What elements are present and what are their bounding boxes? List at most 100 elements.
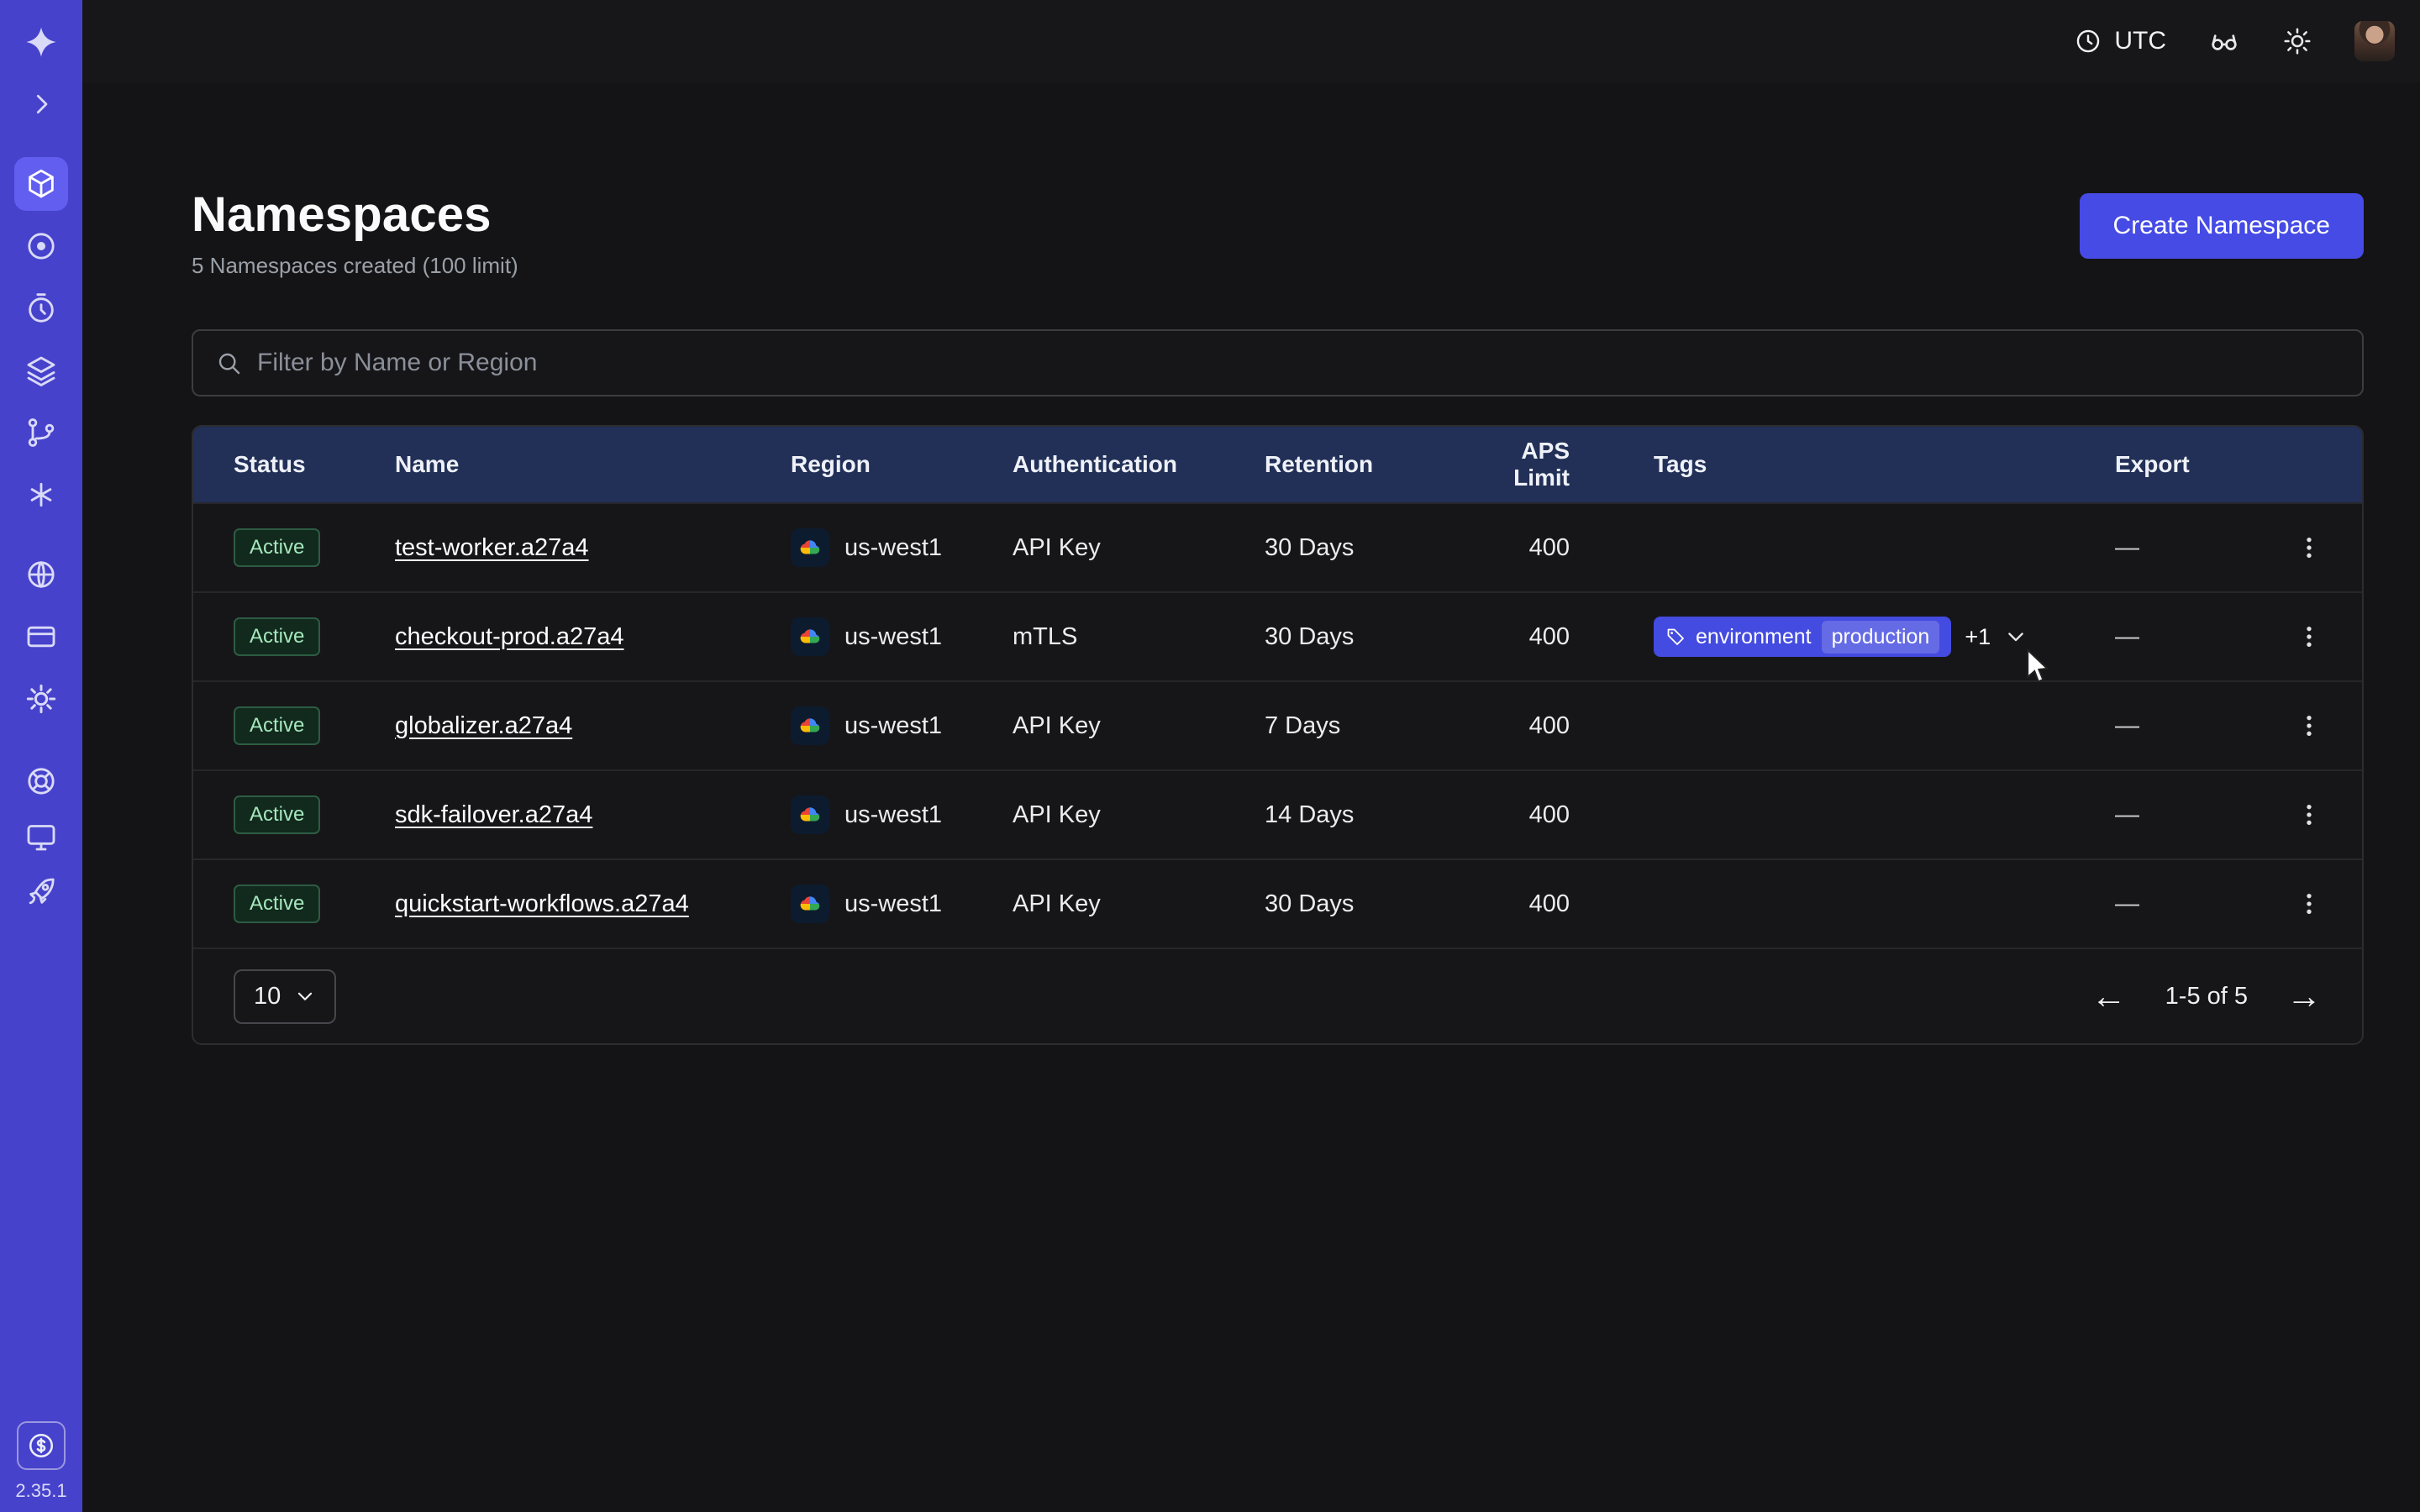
tag-value: production bbox=[1822, 621, 1940, 654]
export-value: — bbox=[2115, 801, 2289, 829]
aps-limit-value: 400 bbox=[1463, 712, 1654, 740]
kebab-icon bbox=[2296, 534, 2323, 561]
status-badge: Active bbox=[234, 795, 320, 834]
table-row: Active checkout-prod.a27a4 us-west1 mTLS… bbox=[193, 591, 2362, 680]
pagination-range: 1-5 of 5 bbox=[2165, 983, 2248, 1011]
col-name: Name bbox=[395, 451, 791, 478]
region-label: us-west1 bbox=[844, 712, 942, 740]
retention-label: 7 Days bbox=[1265, 712, 1463, 740]
layers-icon[interactable] bbox=[14, 344, 68, 397]
table-row: Active test-worker.a27a4 us-west1 API Ke… bbox=[193, 502, 2362, 591]
row-menu-button[interactable] bbox=[2289, 528, 2329, 568]
timezone-label: UTC bbox=[2114, 27, 2166, 55]
table-row: Active quickstart-workflows.a27a4 us-wes… bbox=[193, 858, 2362, 948]
auth-label: API Key bbox=[1013, 712, 1265, 740]
aps-limit-value: 400 bbox=[1463, 801, 1654, 829]
row-menu-button[interactable] bbox=[2289, 617, 2329, 657]
col-region: Region bbox=[791, 451, 1013, 478]
branch-icon[interactable] bbox=[14, 406, 68, 459]
namespace-link[interactable]: test-worker.a27a4 bbox=[395, 534, 589, 561]
namespace-link[interactable]: quickstart-workflows.a27a4 bbox=[395, 890, 689, 917]
aps-limit-value: 400 bbox=[1463, 890, 1654, 918]
billing-icon[interactable] bbox=[17, 1421, 66, 1470]
sidebar: 2.35.1 bbox=[0, 0, 82, 1512]
target-icon[interactable] bbox=[14, 219, 68, 273]
retention-label: 30 Days bbox=[1265, 534, 1463, 562]
gcp-cloud-icon bbox=[791, 617, 829, 656]
status-badge: Active bbox=[234, 528, 320, 567]
namespace-count: 5 Namespaces created (100 limit) bbox=[192, 253, 518, 279]
retention-label: 30 Days bbox=[1265, 623, 1463, 651]
sun-icon[interactable] bbox=[2282, 26, 2312, 56]
export-value: — bbox=[2115, 890, 2289, 918]
namespace-link[interactable]: globalizer.a27a4 bbox=[395, 712, 572, 739]
prev-page-button[interactable]: ← bbox=[2091, 979, 2127, 1014]
tag-pill[interactable]: environment production bbox=[1654, 617, 1951, 657]
table-body: Active test-worker.a27a4 us-west1 API Ke… bbox=[193, 502, 2362, 948]
timer-icon[interactable] bbox=[14, 281, 68, 335]
next-page-button[interactable]: → bbox=[2286, 979, 2322, 1014]
monitor-icon[interactable] bbox=[14, 810, 68, 864]
row-menu-button[interactable] bbox=[2289, 795, 2329, 835]
auth-label: API Key bbox=[1013, 801, 1265, 829]
row-menu-button[interactable] bbox=[2289, 884, 2329, 924]
auth-label: API Key bbox=[1013, 534, 1265, 562]
asterisk-icon[interactable] bbox=[14, 468, 68, 522]
sidebar-item-namespaces cube-icon[interactable] bbox=[14, 157, 68, 211]
user-avatar[interactable] bbox=[2354, 21, 2395, 61]
chevron-down-icon[interactable] bbox=[2004, 625, 2028, 648]
clock-icon bbox=[2074, 27, 2102, 55]
tags-group: environment production +1 bbox=[1654, 617, 2115, 657]
status-badge: Active bbox=[234, 617, 320, 656]
lifebuoy-icon[interactable] bbox=[14, 754, 68, 808]
filter-input[interactable] bbox=[257, 349, 2340, 377]
table-header: Status Name Region Authentication Retent… bbox=[193, 427, 2362, 502]
namespace-link[interactable]: checkout-prod.a27a4 bbox=[395, 623, 623, 650]
create-namespace-button[interactable]: Create Namespace bbox=[2080, 193, 2364, 259]
retention-label: 30 Days bbox=[1265, 890, 1463, 918]
kebab-icon bbox=[2296, 890, 2323, 917]
gear-icon[interactable] bbox=[14, 672, 68, 726]
aps-limit-value: 400 bbox=[1463, 534, 1654, 562]
search-icon bbox=[215, 349, 242, 376]
gcp-cloud-icon bbox=[791, 706, 829, 745]
tag-overflow-count[interactable]: +1 bbox=[1965, 624, 1991, 650]
export-value: — bbox=[2115, 534, 2289, 562]
card-icon[interactable] bbox=[14, 610, 68, 664]
col-authentication: Authentication bbox=[1013, 451, 1265, 478]
col-status: Status bbox=[234, 451, 395, 478]
gcp-cloud-icon bbox=[791, 885, 829, 923]
page-title: Namespaces bbox=[192, 186, 518, 243]
region-label: us-west1 bbox=[844, 534, 942, 562]
region-label: us-west1 bbox=[844, 623, 942, 651]
kebab-icon bbox=[2296, 712, 2323, 739]
col-retention: Retention bbox=[1265, 451, 1463, 478]
temporal-logo-icon[interactable] bbox=[14, 15, 68, 69]
globe-icon[interactable] bbox=[14, 548, 68, 601]
kebab-icon bbox=[2296, 801, 2323, 828]
gcp-cloud-icon bbox=[791, 795, 829, 834]
kebab-icon bbox=[2296, 623, 2323, 650]
table-footer: 10 ← 1-5 of 5 → bbox=[193, 948, 2362, 1043]
auth-label: mTLS bbox=[1013, 623, 1265, 651]
tag-key: environment bbox=[1696, 625, 1812, 649]
namespace-link[interactable]: sdk-failover.a27a4 bbox=[395, 801, 592, 828]
aps-limit-value: 400 bbox=[1463, 623, 1654, 651]
rocket-icon[interactable] bbox=[14, 865, 68, 919]
page-size-select[interactable]: 10 bbox=[234, 969, 336, 1024]
status-badge: Active bbox=[234, 885, 320, 923]
col-export: Export bbox=[2115, 451, 2289, 478]
page-size-value: 10 bbox=[254, 983, 281, 1011]
timezone-selector[interactable]: UTC bbox=[2074, 27, 2166, 55]
filter-bar bbox=[192, 329, 2364, 396]
chevron-right-icon[interactable] bbox=[14, 77, 68, 131]
gcp-cloud-icon bbox=[791, 528, 829, 567]
auth-label: API Key bbox=[1013, 890, 1265, 918]
glasses-icon[interactable] bbox=[2208, 25, 2240, 57]
region-label: us-west1 bbox=[844, 890, 942, 918]
chevron-down-icon bbox=[294, 985, 316, 1007]
export-value: — bbox=[2115, 623, 2289, 651]
row-menu-button[interactable] bbox=[2289, 706, 2329, 746]
col-aps-limit: APS Limit bbox=[1463, 438, 1654, 491]
namespaces-table: Status Name Region Authentication Retent… bbox=[192, 425, 2364, 1045]
